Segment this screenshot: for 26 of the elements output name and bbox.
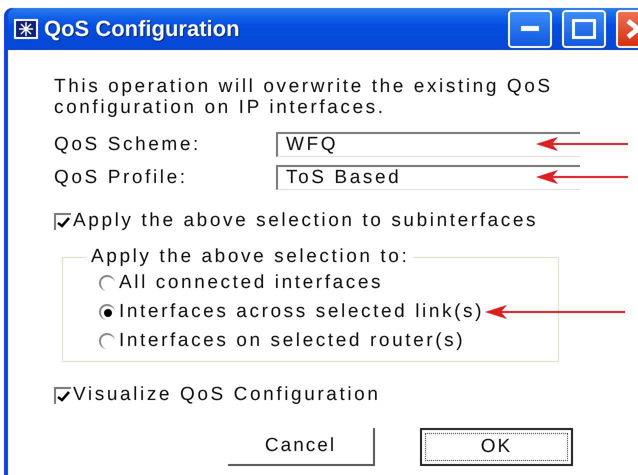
radio-button[interactable]: [99, 304, 115, 320]
checkbox[interactable]: [54, 212, 71, 230]
checkmark-icon: [57, 390, 70, 402]
checkbox-label: Visualize QoS Configuration: [73, 384, 380, 406]
radio-label: Interfaces on selected router(s): [119, 330, 466, 352]
checkmark-icon: [57, 216, 70, 228]
minimize-button[interactable]: [508, 10, 552, 48]
radio-button[interactable]: [99, 332, 115, 348]
maximize-button[interactable]: [562, 10, 606, 48]
ok-button[interactable]: OK: [420, 428, 573, 466]
checkbox[interactable]: [54, 386, 71, 404]
window-title: QoS Configuration: [44, 16, 241, 42]
group-title: Apply the above selection to:: [90, 246, 410, 268]
maximize-icon: [572, 19, 596, 39]
radio-button[interactable]: [99, 274, 115, 290]
radio-label: Interfaces across selected link(s): [119, 300, 484, 322]
warning-message: This operation will overwrite the existing QoS configuration on IP interfaces.: [54, 76, 554, 118]
select-field[interactable]: WFQ: [276, 132, 580, 157]
field-label: QoS Scheme:: [54, 134, 202, 156]
field-label: QoS Profile:: [54, 166, 189, 188]
radio-label: All connected interfaces: [119, 272, 384, 294]
cancel-button[interactable]: Cancel: [228, 428, 375, 466]
app-icon: [14, 19, 38, 39]
select-field[interactable]: ToS Based: [276, 165, 580, 190]
minimize-icon: [521, 26, 539, 32]
checkbox-label: Apply the above selection to subinterfaces: [73, 210, 538, 232]
